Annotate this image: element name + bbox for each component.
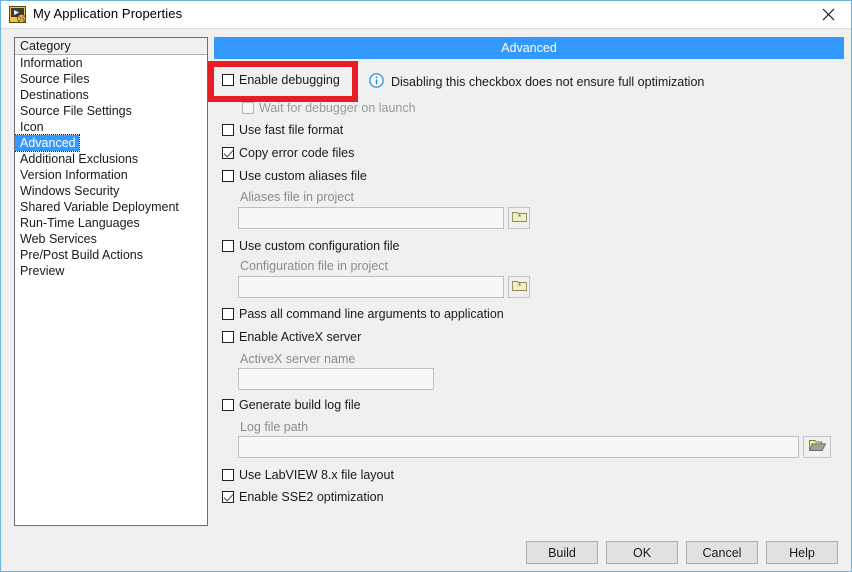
checkbox-label-enable-activex-server: Enable ActiveX server (239, 330, 361, 344)
checkbox-box-use-labview-8x-file-layout[interactable] (222, 469, 234, 481)
sidebar-item-pre-post-build-actions[interactable]: Pre/Post Build Actions (15, 247, 207, 263)
info-circle-icon (369, 73, 384, 91)
checkbox-box-use-custom-aliases-file[interactable] (222, 170, 234, 182)
checkbox-label-use-labview-8x-file-layout: Use LabVIEW 8.x file layout (239, 468, 394, 482)
cancel-button[interactable]: Cancel (686, 541, 758, 564)
checkbox-use-fast-file-format[interactable]: Use fast file format (222, 123, 343, 137)
checkbox-copy-error-code-files[interactable]: Copy error code files (222, 146, 354, 160)
sidebar-item-windows-security[interactable]: Windows Security (15, 183, 207, 199)
checkbox-box-use-custom-configuration-file[interactable] (222, 240, 234, 252)
pane-title-label: Advanced (501, 41, 557, 55)
labview-build-spec-icon: 15 (9, 6, 26, 23)
category-header: Category (15, 38, 207, 55)
checkbox-enable-sse2-optimization[interactable]: Enable SSE2 optimization (222, 490, 384, 504)
configuration-file-input[interactable] (238, 276, 504, 298)
sidebar-item-additional-exclusions[interactable]: Additional Exclusions (15, 151, 207, 167)
sidebar-item-shared-variable-deployment[interactable]: Shared Variable Deployment (15, 199, 207, 215)
svg-text:*: * (517, 213, 520, 222)
window-title: My Application Properties (33, 6, 182, 21)
folder-asterisk-icon: * (512, 279, 527, 295)
category-row: Additional Exclusions (15, 151, 207, 167)
label-configuration-file: Configuration file in project (240, 259, 388, 273)
sidebar-item-run-time-languages[interactable]: Run-Time Languages (15, 215, 207, 231)
browse-log-file-path-button[interactable] (803, 436, 831, 458)
title-bar: 15 My Application Properties (1, 1, 851, 29)
checkbox-label-enable-debugging: Enable debugging (239, 73, 340, 87)
checkbox-use-labview-8x-file-layout[interactable]: Use LabVIEW 8.x file layout (222, 468, 394, 482)
advanced-settings-pane: Enable debugging Disabling this checkbox… (214, 59, 844, 524)
category-listbox[interactable]: Category Information Source Files Destin… (14, 37, 208, 526)
optimization-info-text: Disabling this checkbox does not ensure … (391, 75, 704, 89)
label-activex-server-name: ActiveX server name (240, 352, 355, 366)
aliases-file-input[interactable] (238, 207, 504, 229)
sidebar-item-source-file-settings[interactable]: Source File Settings (15, 103, 207, 119)
checkbox-use-custom-aliases-file[interactable]: Use custom aliases file (222, 169, 367, 183)
activex-server-name-input[interactable] (238, 368, 434, 390)
checkbox-label-pass-all-command-line-arguments: Pass all command line arguments to appli… (239, 307, 504, 321)
category-row: Windows Security (15, 183, 207, 199)
checkbox-box-wait-for-debugger (242, 102, 254, 114)
build-button[interactable]: Build (526, 541, 598, 564)
checkbox-box-use-fast-file-format[interactable] (222, 124, 234, 136)
category-row: Information (15, 55, 207, 71)
sidebar-item-version-information[interactable]: Version Information (15, 167, 207, 183)
checkbox-label-wait-for-debugger: Wait for debugger on launch (259, 101, 416, 115)
category-row: Preview (15, 263, 207, 279)
sidebar-item-destinations[interactable]: Destinations (15, 87, 207, 103)
checkbox-box-enable-sse2-optimization[interactable] (222, 491, 234, 503)
checkbox-enable-debugging[interactable]: Enable debugging (222, 73, 340, 87)
checkbox-enable-activex-server[interactable]: Enable ActiveX server (222, 330, 361, 344)
checkbox-label-use-custom-configuration-file: Use custom configuration file (239, 239, 400, 253)
category-row: Destinations (15, 87, 207, 103)
category-row: Pre/Post Build Actions (15, 247, 207, 263)
category-row: Source File Settings (15, 103, 207, 119)
sidebar-item-advanced[interactable]: Advanced (15, 135, 79, 151)
sidebar-item-information[interactable]: Information (15, 55, 207, 71)
checkbox-wait-for-debugger: Wait for debugger on launch (242, 101, 416, 115)
checkbox-label-use-custom-aliases-file: Use custom aliases file (239, 169, 367, 183)
checkbox-label-generate-build-log-file: Generate build log file (239, 398, 361, 412)
pane-title: Advanced (214, 37, 844, 59)
browse-configuration-file-button[interactable]: * (508, 276, 530, 298)
sidebar-item-preview[interactable]: Preview (15, 263, 207, 279)
help-button[interactable]: Help (766, 541, 838, 564)
category-row: Icon (15, 119, 207, 135)
checkbox-box-enable-debugging[interactable] (222, 74, 234, 86)
category-row: Version Information (15, 167, 207, 183)
properties-dialog-window: 15 My Application Properties Category In… (0, 0, 852, 572)
svg-text:15: 15 (19, 17, 25, 23)
log-file-path-input[interactable] (238, 436, 799, 458)
folder-asterisk-icon: * (512, 210, 527, 226)
category-row: Run-Time Languages (15, 215, 207, 231)
checkbox-label-enable-sse2-optimization: Enable SSE2 optimization (239, 490, 384, 504)
category-row: Source Files (15, 71, 207, 87)
close-button[interactable] (805, 1, 851, 27)
svg-text:*: * (517, 282, 520, 291)
ok-button[interactable]: OK (606, 541, 678, 564)
category-row: Shared Variable Deployment (15, 199, 207, 215)
checkbox-label-copy-error-code-files: Copy error code files (239, 146, 354, 160)
sidebar-item-source-files[interactable]: Source Files (15, 71, 207, 87)
dialog-footer: Build OK Cancel Help (1, 532, 851, 572)
optimization-info-note: Disabling this checkbox does not ensure … (369, 73, 704, 91)
checkbox-use-custom-configuration-file[interactable]: Use custom configuration file (222, 239, 400, 253)
sidebar-item-icon[interactable]: Icon (15, 119, 207, 135)
checkbox-label-use-fast-file-format: Use fast file format (239, 123, 343, 137)
open-folder-icon (809, 439, 826, 455)
label-log-file-path: Log file path (240, 420, 308, 434)
checkbox-box-pass-all-command-line-arguments[interactable] (222, 308, 234, 320)
category-row: Web Services (15, 231, 207, 247)
checkbox-box-copy-error-code-files[interactable] (222, 147, 234, 159)
checkbox-box-generate-build-log-file[interactable] (222, 399, 234, 411)
category-row: Advanced (15, 135, 207, 151)
label-aliases-file: Aliases file in project (240, 190, 354, 204)
checkbox-pass-all-command-line-arguments[interactable]: Pass all command line arguments to appli… (222, 307, 504, 321)
checkbox-box-enable-activex-server[interactable] (222, 331, 234, 343)
browse-aliases-file-button[interactable]: * (508, 207, 530, 229)
checkbox-generate-build-log-file[interactable]: Generate build log file (222, 398, 361, 412)
sidebar-item-web-services[interactable]: Web Services (15, 231, 207, 247)
